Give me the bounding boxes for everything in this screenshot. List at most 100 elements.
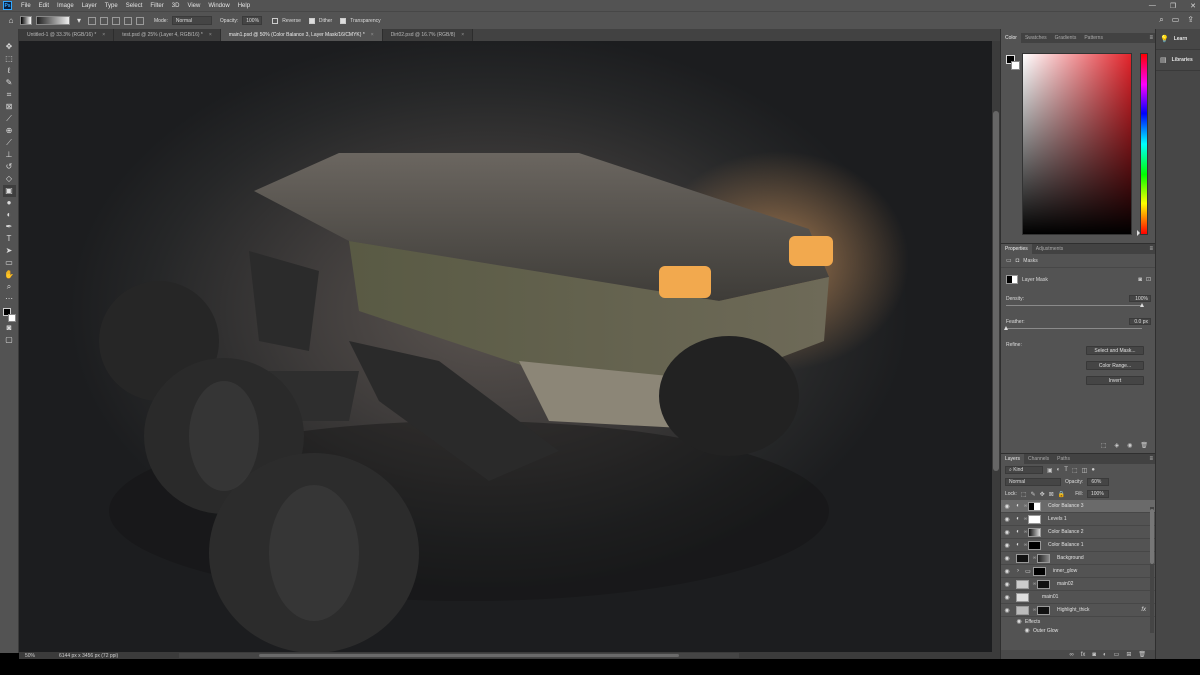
lock-position-icon[interactable]: ✥ — [1040, 491, 1045, 498]
scroll-thumb[interactable] — [259, 654, 679, 657]
tab-adjustments[interactable]: Adjustments — [1032, 244, 1068, 254]
lock-artboard-icon[interactable]: ⊠ — [1049, 491, 1054, 498]
close-tab-icon[interactable]: × — [461, 32, 464, 38]
menu-filter[interactable]: Filter — [146, 3, 167, 9]
menu-view[interactable]: View — [183, 3, 204, 9]
type-icon[interactable]: T — [3, 233, 16, 245]
menu-select[interactable]: Select — [122, 3, 147, 9]
crop-icon[interactable]: ⌗ — [3, 89, 16, 101]
layer-name[interactable]: main02 — [1053, 581, 1156, 587]
layer-mask-thumbnail[interactable] — [1028, 514, 1041, 524]
feather-slider-knob[interactable] — [1004, 326, 1008, 330]
tab-color[interactable]: Color — [1001, 33, 1021, 43]
more-icon[interactable]: ⋯ — [3, 293, 16, 305]
visibility-eye-icon[interactable]: ◉ — [1001, 529, 1013, 536]
visibility-eye-icon[interactable]: ◉ — [1001, 503, 1013, 510]
visibility-eye-icon[interactable]: ◉ — [1127, 442, 1132, 449]
visibility-eye-icon[interactable]: ◉ — [1001, 542, 1013, 549]
filter-pixel-icon[interactable]: ▣ — [1047, 467, 1053, 474]
color-picker-field[interactable] — [1022, 53, 1132, 235]
eraser-icon[interactable]: ◇ — [3, 173, 16, 185]
reverse-checkbox[interactable] — [272, 17, 279, 24]
effects-row[interactable]: ◉ Effects — [1001, 617, 1156, 626]
gradient-picker[interactable] — [36, 16, 70, 25]
layer-mask-thumbnail[interactable] — [1037, 553, 1050, 563]
feather-input[interactable]: 0.0 px — [1129, 318, 1151, 325]
layer-row[interactable]: ◉ ◐ ∞ Color Balance 1 — [1001, 539, 1156, 552]
expand-chevron-icon[interactable]: › — [1013, 568, 1023, 574]
layer-mask-thumbnail[interactable] — [1037, 579, 1050, 589]
radial-gradient-icon[interactable] — [100, 16, 108, 25]
layer-thumbnail[interactable] — [1016, 579, 1029, 589]
layer-mask-thumbnail[interactable] — [1006, 275, 1018, 284]
filter-adjustment-icon[interactable]: ◐ — [1057, 467, 1061, 473]
menu-edit[interactable]: Edit — [35, 3, 53, 9]
frame-icon[interactable]: ⊠ — [3, 101, 16, 113]
select-and-mask-button[interactable]: Select and Mask... — [1086, 346, 1144, 355]
lock-pixels-icon[interactable]: ✎ — [1031, 491, 1036, 498]
restore-icon[interactable]: ❐ — [1170, 2, 1176, 10]
move-icon[interactable]: ✥ — [3, 41, 16, 53]
share-icon[interactable]: ⇪ — [1187, 15, 1194, 25]
feather-slider[interactable] — [1004, 326, 1142, 330]
tab-swatches[interactable]: Swatches — [1021, 33, 1051, 43]
layer-name[interactable]: Levels 1 — [1044, 516, 1156, 522]
brush-icon[interactable]: ⟋ — [3, 137, 16, 149]
shape-icon[interactable]: ▭ — [3, 257, 16, 269]
reflected-gradient-icon[interactable] — [124, 16, 132, 25]
layers-scrollbar[interactable] — [1150, 507, 1154, 633]
close-tab-icon[interactable]: × — [209, 32, 212, 38]
dither-checkbox[interactable] — [308, 17, 315, 24]
visibility-eye-icon[interactable]: ◉ — [1001, 568, 1013, 575]
filter-type-icon[interactable]: T — [1064, 467, 1068, 473]
quick-select-icon[interactable]: ✎ — [3, 77, 16, 89]
layer-mask-thumbnail[interactable] — [1033, 566, 1046, 576]
chevron-down-icon[interactable]: ▾ — [74, 16, 84, 26]
trash-icon[interactable]: 🗑 — [1138, 651, 1146, 658]
fill-input[interactable]: 100% — [1086, 490, 1109, 498]
search-icon[interactable]: ⌕ — [1159, 15, 1163, 25]
visibility-eye-icon[interactable]: ◉ — [1013, 618, 1025, 625]
gradient-icon[interactable]: ▣ — [2, 185, 16, 197]
home-icon[interactable]: ⌂ — [6, 16, 16, 26]
marquee-icon[interactable]: ⬚ — [3, 53, 16, 65]
layer-thumbnail[interactable] — [1016, 553, 1029, 563]
workspace-icon[interactable]: ▭ — [1172, 15, 1180, 25]
tab-properties[interactable]: Properties — [1001, 244, 1032, 254]
invert-button[interactable]: Invert — [1086, 376, 1144, 385]
horizontal-scrollbar[interactable] — [179, 653, 739, 658]
eyedropper-icon[interactable]: ⟋ — [3, 113, 16, 125]
layer-thumbnail[interactable] — [1016, 605, 1029, 615]
close-tab-icon[interactable]: × — [371, 32, 374, 38]
scroll-thumb[interactable] — [993, 111, 999, 471]
effect-item-row[interactable]: ◉ Outer Glow — [1001, 626, 1156, 635]
adjustment-layer-icon[interactable]: ◐ — [1103, 652, 1107, 658]
menu-file[interactable]: File — [17, 3, 35, 9]
lasso-icon[interactable]: ℓ — [3, 65, 16, 77]
menu-image[interactable]: Image — [53, 3, 78, 9]
visibility-eye-icon[interactable]: ◉ — [1001, 555, 1013, 562]
angle-gradient-icon[interactable] — [112, 16, 120, 25]
visibility-eye-icon[interactable]: ◉ — [1001, 607, 1013, 614]
transparency-checkbox[interactable] — [340, 17, 347, 24]
scroll-thumb[interactable] — [1150, 509, 1154, 564]
layer-row[interactable]: ◉ ∞ Background — [1001, 552, 1156, 565]
apply-mask-icon[interactable]: ◈ — [1115, 442, 1120, 449]
tool-preset-picker[interactable] — [20, 16, 32, 25]
layer-thumbnail[interactable] — [1016, 592, 1029, 602]
menu-type[interactable]: Type — [101, 3, 122, 9]
layer-row[interactable]: ◉ ◐ ∞ Color Balance 2 — [1001, 526, 1156, 539]
layer-row[interactable]: ◉ ∞ main02 — [1001, 578, 1156, 591]
background-color-swatch[interactable] — [1011, 61, 1020, 70]
tab-main1[interactable]: main1.psd @ 50% (Color Balance 3, Layer … — [220, 29, 383, 41]
menu-3d[interactable]: 3D — [168, 3, 184, 9]
add-mask-icon[interactable]: ◙ — [1092, 652, 1096, 658]
visibility-eye-icon[interactable]: ◉ — [1021, 627, 1033, 634]
tab-untitled-1[interactable]: Untitled-1 @ 33.3% (RGB/16) * × — [19, 29, 115, 41]
menu-layer[interactable]: Layer — [78, 3, 101, 9]
dodge-icon[interactable]: ◐ — [3, 209, 16, 221]
add-vector-mask-icon[interactable]: ⊡ — [1146, 276, 1151, 283]
quick-mask-icon[interactable]: ◙ — [3, 322, 16, 334]
layer-name[interactable]: Color Balance 2 — [1044, 529, 1156, 535]
pixel-mask-icon[interactable]: ▭ — [1006, 257, 1012, 264]
